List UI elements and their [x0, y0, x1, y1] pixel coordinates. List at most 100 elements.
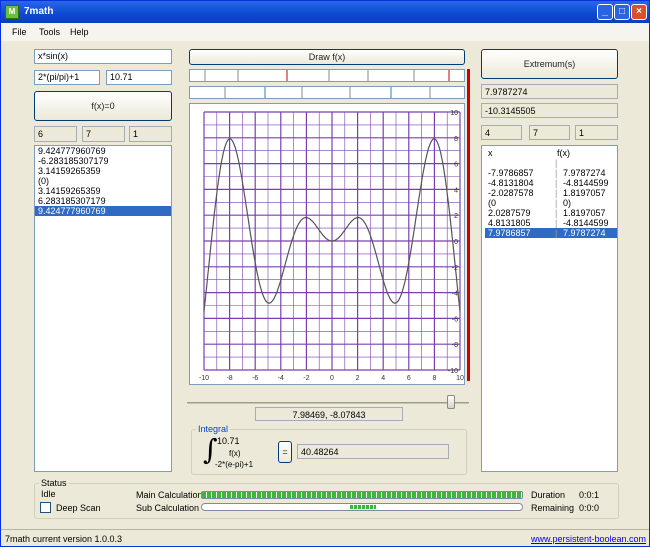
x-tick-label: 2: [356, 375, 360, 382]
list-item[interactable]: 3.14159265359: [35, 166, 171, 176]
integral-integrand: f(x): [229, 449, 241, 458]
main-calc-label: Main Calculation: [136, 490, 203, 500]
window-title: 7math: [24, 6, 54, 17]
y-tick-label: -2: [452, 265, 458, 272]
extremum-list[interactable]: x f(x) | -7.9786857 | 7.9787274 -4.8131804 | -…: [481, 145, 618, 472]
cell-fx: -4.8144599: [563, 178, 609, 188]
cell-x: -4.8131804: [488, 178, 534, 188]
bottom-ruler-marks: [224, 87, 431, 98]
version-text: 7math current version 1.0.0.3: [5, 534, 123, 544]
to-input[interactable]: 10.71: [106, 70, 172, 85]
cell-fx: -4.8144599: [563, 218, 609, 228]
list-item[interactable]: -7.9786857 | 7.9787274: [485, 168, 617, 178]
y-tick-label: 2: [454, 213, 458, 220]
status-bar: 7math current version 1.0.0.3 www.persis…: [1, 529, 649, 547]
sub-calc-progress: [201, 503, 523, 511]
y-tick-label: 6: [454, 162, 458, 169]
list-item[interactable]: -4.8131804 | -4.8144599: [485, 178, 617, 188]
list-item[interactable]: 4.8131805 | -4.8144599: [485, 218, 617, 228]
list-item[interactable]: |: [485, 158, 617, 168]
x-tick-label: -4: [278, 375, 284, 382]
y-tick-label: -6: [452, 316, 458, 323]
cell-separator: |: [555, 158, 558, 168]
x-tick-label: -8: [226, 375, 232, 382]
find-roots-button[interactable]: f(x)=0: [34, 91, 172, 121]
x-tick-label: 8: [432, 375, 436, 382]
list-item[interactable]: (0 | 0): [485, 198, 617, 208]
cell-fx: 7.9787274: [563, 228, 606, 238]
cell-fx: 1.8197057: [563, 208, 606, 218]
cell-separator: |: [555, 198, 558, 208]
menu-help[interactable]: Help: [70, 27, 89, 37]
website-link[interactable]: www.persistent-boolean.com: [531, 534, 646, 544]
list-item[interactable]: (0): [35, 176, 171, 186]
list-item[interactable]: 3.14159265359: [35, 186, 171, 196]
main-window: M 7math _ □ × File Tools Help x*sin(x) 2…: [0, 0, 650, 547]
x-tick-label: -2: [303, 375, 309, 382]
app-icon: M: [5, 5, 19, 19]
graph-panel[interactable]: 10 8 6 4 2 0 -2 -4 -6 -8 -10 -10 -8 -6 -4 -2 0 2 4 6 8 10: [189, 103, 465, 385]
status-group: [34, 483, 619, 519]
integral-upper-bound: 10.71: [217, 436, 240, 446]
roots-param-2: 7: [82, 126, 125, 142]
function-graph[interactable]: 10 8 6 4 2 0 -2 -4 -6 -8 -10 -10 -8 -6 -4 -2 0 2 4 6 8 10: [190, 104, 464, 384]
remaining-label: Remaining: [531, 503, 575, 513]
cell-x: -7.9786857: [488, 168, 534, 178]
status-state: Idle: [41, 489, 56, 499]
extremum-value-1: 7.9787274: [481, 84, 618, 99]
menu-file[interactable]: File: [12, 27, 27, 37]
menu-tools[interactable]: Tools: [39, 27, 60, 37]
cell-fx: 0): [563, 198, 572, 208]
cell-separator: |: [555, 178, 558, 188]
y-tick-label: -4: [452, 291, 458, 298]
bottom-ruler: [189, 86, 465, 99]
list-item[interactable]: -2.0287578 | 1.8197057: [485, 188, 617, 198]
integral-result: 40.48264: [297, 444, 449, 459]
title-bar: M 7math _ □ ×: [1, 1, 649, 23]
top-ruler: [189, 69, 465, 82]
sub-calc-progress-fill: [350, 505, 376, 509]
y-tick-label: 0: [454, 239, 458, 246]
close-button[interactable]: ×: [631, 4, 647, 20]
integral-compute-button[interactable]: =: [278, 441, 292, 463]
list-item-selected[interactable]: 7.9786857 | 7.9787274: [485, 228, 617, 238]
function-input[interactable]: x*sin(x): [34, 49, 172, 64]
extremums-button[interactable]: Extremum(s): [481, 49, 618, 79]
list-item[interactable]: 6.283185307179: [35, 196, 171, 206]
column-header-x: x: [488, 148, 493, 158]
roots-param-3: 1: [129, 126, 172, 142]
x-tick-label: -6: [252, 375, 258, 382]
deep-scan-label: Deep Scan: [56, 503, 101, 513]
cell-separator: |: [555, 218, 558, 228]
x-tick-label: 4: [381, 375, 385, 382]
cell-x: (0: [488, 198, 497, 208]
cell-fx: 1.8197057: [563, 188, 606, 198]
draw-button[interactable]: Draw f(x): [189, 49, 465, 65]
vertical-scroll-indicator[interactable]: [467, 69, 470, 381]
slider-track: [187, 402, 469, 404]
roots-list[interactable]: 9.424777960769 -6.283185307179 3.1415926…: [34, 145, 172, 472]
from-input[interactable]: 2*(pi/pi)+1: [34, 70, 100, 85]
extremum-rows: | -7.9786857 | 7.9787274 -4.8131804 | -4.81445…: [482, 158, 617, 238]
deep-scan-checkbox[interactable]: [40, 502, 51, 513]
list-item[interactable]: 9.424777960769: [35, 146, 171, 156]
coords-readout: 7.98469, -8.07843: [255, 407, 403, 421]
status-group-label: Status: [39, 478, 69, 488]
y-tick-label: 10: [450, 110, 458, 117]
slider-thumb[interactable]: [447, 395, 456, 409]
maximize-button[interactable]: □: [614, 4, 630, 20]
extremum-param-1: 4: [481, 125, 522, 140]
list-item[interactable]: 2.0287579 | 1.8197057: [485, 208, 617, 218]
extremum-param-3: 1: [575, 125, 618, 140]
x-tick-label: 6: [407, 375, 411, 382]
sub-calc-label: Sub Calculation: [136, 503, 200, 513]
column-header-fx: f(x): [557, 148, 570, 158]
x-tick-label: -10: [199, 375, 209, 382]
minimize-button[interactable]: _: [597, 4, 613, 20]
list-item-selected[interactable]: 9.424777960769: [35, 206, 171, 216]
y-tick-label: 4: [454, 187, 458, 194]
list-item[interactable]: -6.283185307179: [35, 156, 171, 166]
integral-lower-bound: -2*(e-pi)+1: [215, 460, 254, 469]
x-tick-label: 10: [456, 375, 464, 382]
main-calc-progress: [201, 491, 523, 499]
